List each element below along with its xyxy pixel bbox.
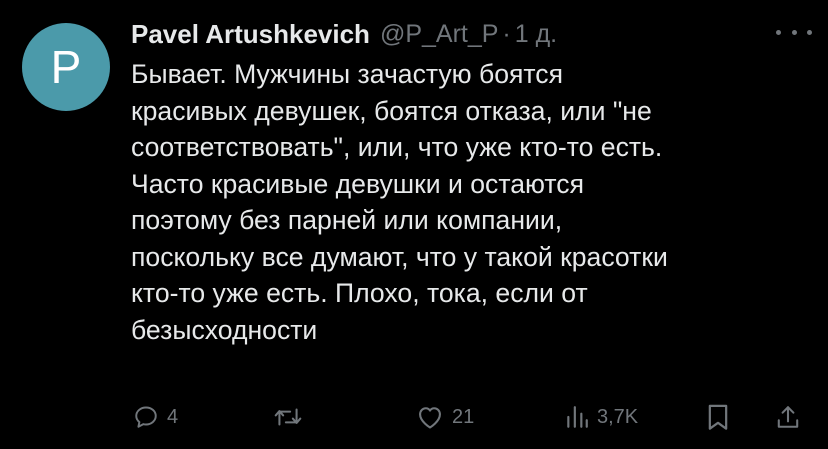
tweet-text-line: Часто красивые девушки и остаются <box>131 168 584 199</box>
views-icon <box>567 406 588 428</box>
tweet-text-line: соответствовать", или, что уже кто-то ес… <box>131 132 663 162</box>
more-button[interactable] <box>776 24 812 40</box>
reply-count: 4 <box>167 405 179 428</box>
share-icon <box>777 406 799 428</box>
heart-icon <box>419 407 441 429</box>
tweet-text-line: кто-то уже есть. Плохо, тока, если от <box>131 278 588 308</box>
views-button[interactable]: 3,7K <box>565 397 638 437</box>
bookmark-icon <box>708 404 728 430</box>
avatar-letter: P <box>50 41 82 93</box>
views-count: 3,7K <box>597 405 639 428</box>
timestamp[interactable]: 1 д. <box>515 20 557 49</box>
tweet-text-line: Бывает. Мужчины зачастую боятся <box>131 59 563 89</box>
author-handle[interactable]: @P_Art_P <box>380 20 498 49</box>
retweet-button[interactable] <box>273 397 303 437</box>
bookmark-button[interactable] <box>706 397 730 437</box>
tweet-text-line: красивых девушек, боятся отказа, или "не <box>131 95 652 126</box>
action-bar: 4 21 3,7K <box>0 397 828 437</box>
tweet-text: Бывает. Мужчины зачастую боятся красивых… <box>131 56 821 348</box>
tweet-text-line: поскольку все думают, что у такой красот… <box>131 241 668 272</box>
like-count: 21 <box>452 405 475 428</box>
author-name[interactable]: Pavel Artushkevich <box>131 19 370 50</box>
more-icon <box>791 29 797 35</box>
tweet-text-line: поэтому без парней или компании, <box>131 205 563 235</box>
tweet[interactable]: P Pavel Artushkevich @P_Art_P · 1 д. Быв… <box>0 0 828 449</box>
reply-icon <box>135 406 157 428</box>
like-button[interactable]: 21 <box>416 397 474 437</box>
tweet-header: Pavel Artushkevich @P_Art_P · 1 д. <box>131 16 557 52</box>
share-button[interactable] <box>775 397 801 437</box>
more-icon <box>807 29 812 35</box>
reply-button[interactable]: 4 <box>133 397 178 437</box>
retweet-icon <box>274 408 302 426</box>
avatar[interactable]: P <box>22 23 110 111</box>
header-separator: · <box>502 19 511 48</box>
tweet-text-line: безысходности <box>131 314 318 345</box>
more-icon <box>776 29 781 35</box>
